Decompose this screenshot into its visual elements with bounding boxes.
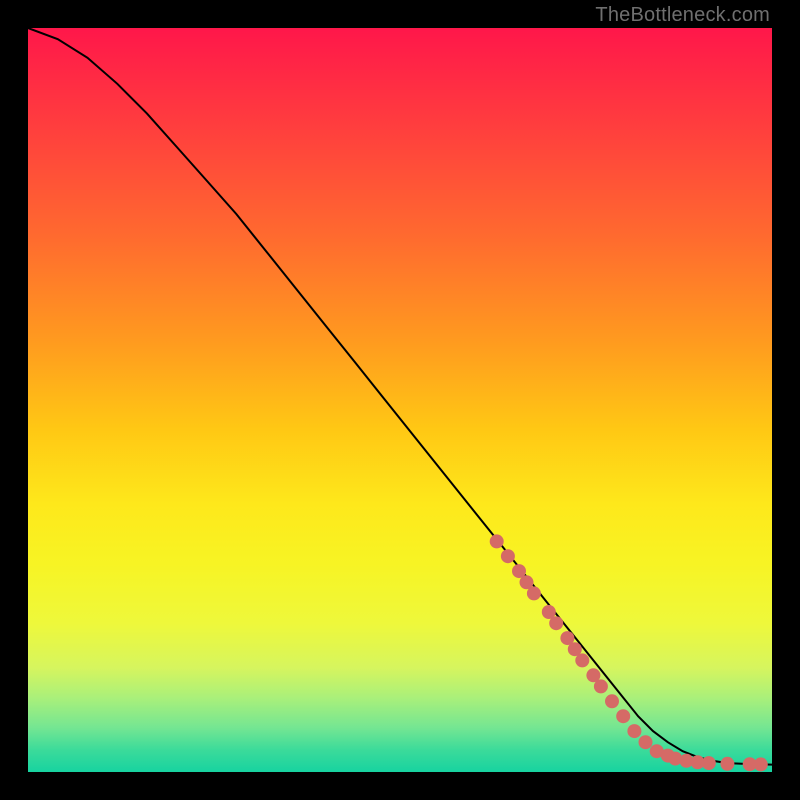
- data-point: [616, 709, 630, 723]
- data-point: [575, 653, 589, 667]
- data-points: [490, 534, 768, 771]
- data-point: [490, 534, 504, 548]
- plot-area: [28, 28, 772, 772]
- data-point: [702, 756, 716, 770]
- data-point: [549, 616, 563, 630]
- data-point: [627, 724, 641, 738]
- curve-line: [28, 28, 772, 765]
- data-point: [754, 757, 768, 771]
- watermark-text: TheBottleneck.com: [595, 4, 770, 27]
- data-point: [720, 757, 734, 771]
- data-point: [639, 735, 653, 749]
- data-point: [594, 679, 608, 693]
- chart-svg: [28, 28, 772, 772]
- data-point: [527, 586, 541, 600]
- data-point: [501, 549, 515, 563]
- data-point: [605, 694, 619, 708]
- chart-frame: TheBottleneck.com: [0, 0, 800, 800]
